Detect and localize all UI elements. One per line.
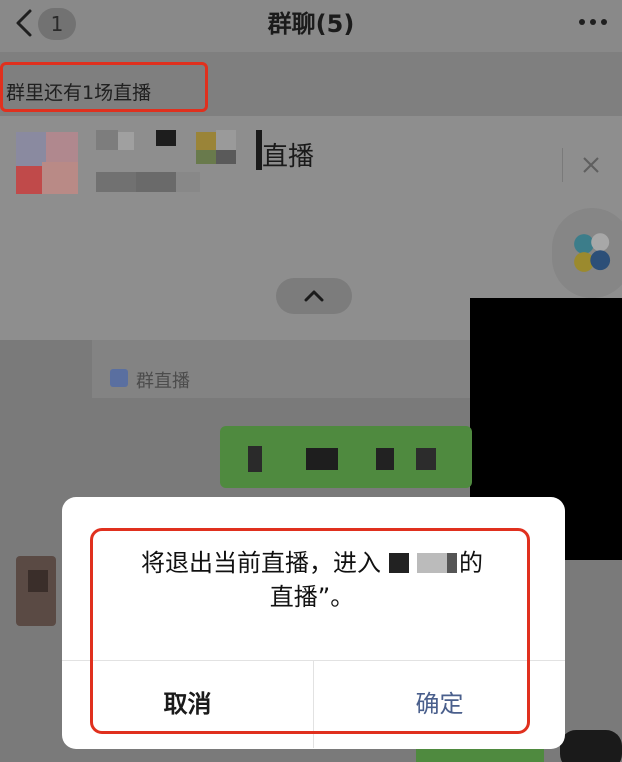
- close-icon[interactable]: [582, 156, 600, 174]
- more-options-icon[interactable]: [578, 16, 608, 28]
- live-tag-icon: [110, 369, 128, 387]
- chevron-up-icon: [304, 290, 324, 302]
- floating-app-button[interactable]: [552, 208, 622, 298]
- collapse-button[interactable]: [276, 278, 352, 314]
- highlight-box: [90, 528, 530, 734]
- group-live-label: 群直播: [136, 371, 190, 392]
- live-title: 直播: [262, 142, 315, 172]
- avatar[interactable]: [560, 730, 622, 762]
- live-cover-image: [16, 132, 78, 194]
- avatar[interactable]: [16, 556, 56, 626]
- card-divider: [562, 148, 563, 182]
- pixelated-name: [96, 130, 262, 170]
- app-logo-icon: [574, 233, 611, 272]
- page-title: 群聊(5): [267, 10, 355, 38]
- pixelated-subtitle: [96, 172, 200, 192]
- highlight-box: [0, 62, 208, 112]
- message-bubble[interactable]: [220, 426, 472, 488]
